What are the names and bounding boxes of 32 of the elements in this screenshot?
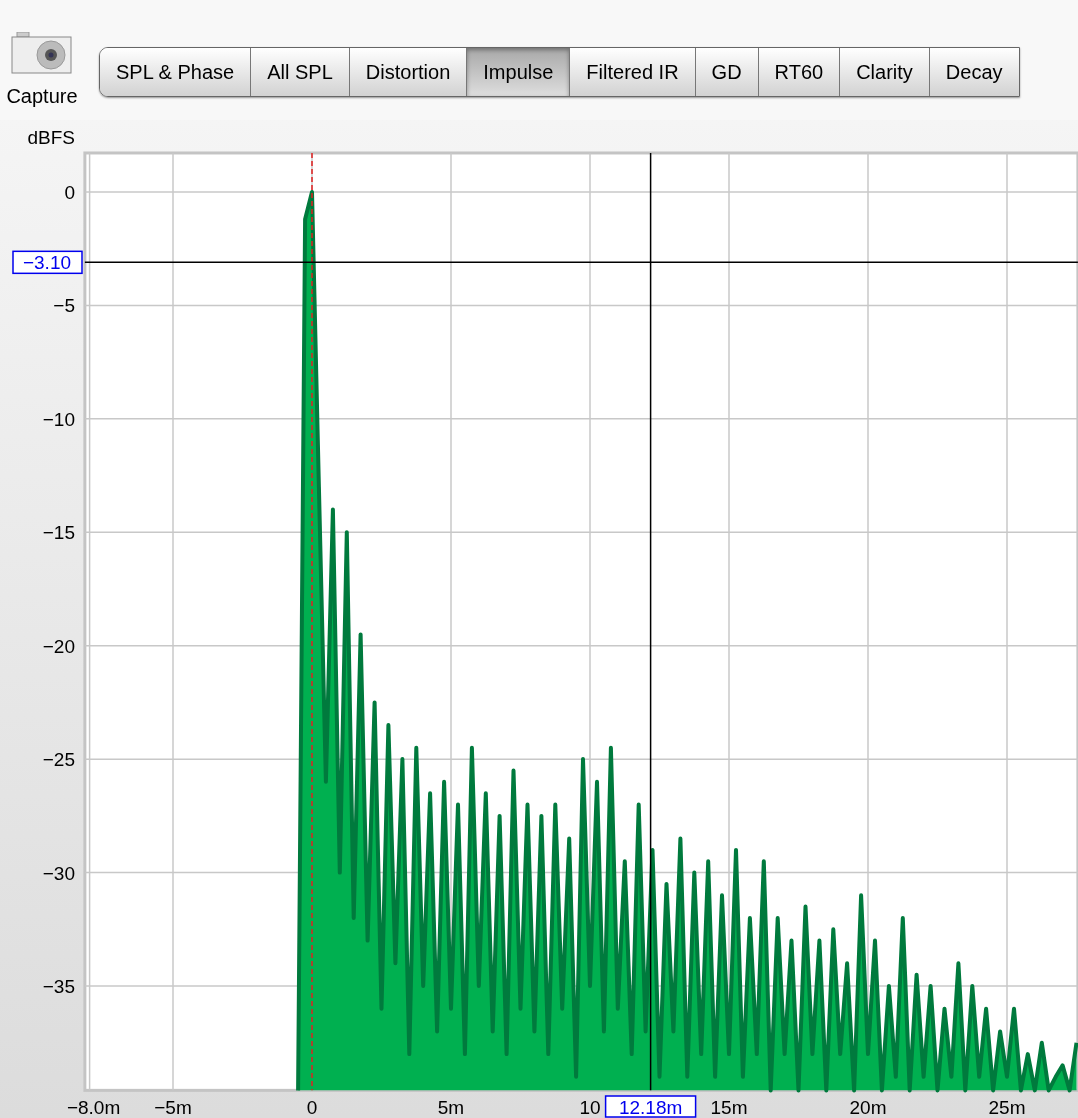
cursor-readout: −3.10 (12, 250, 83, 275)
camera-icon (11, 32, 73, 74)
y-tick-label: −35 (42, 976, 75, 997)
x-tick-label: 20m (849, 1097, 887, 1118)
capture-button[interactable]: Capture (0, 32, 84, 106)
y-tick-label: 0 (64, 182, 75, 203)
tab[interactable]: Distortion (348, 48, 467, 96)
y-tick-label: −20 (42, 635, 75, 657)
y-axis-label: dBFS (27, 127, 75, 148)
y-tick-label: −30 (42, 862, 75, 884)
x-tick-label: 15m (710, 1097, 748, 1118)
x-tick-label: −8.0m (66, 1097, 121, 1118)
y-tick-label: −10 (42, 408, 75, 430)
tab[interactable]: Impulse (466, 48, 570, 96)
x-tick-label: 5m (437, 1097, 465, 1118)
x-tick-label: −5m (154, 1097, 192, 1118)
tab[interactable]: RT60 (757, 48, 840, 96)
tab[interactable]: SPL & Phase (100, 48, 251, 96)
x-tick-label: 10 (579, 1097, 601, 1118)
tab[interactable]: All SPL (250, 48, 349, 96)
tab[interactable]: GD (694, 48, 758, 96)
y-tick-label: −25 (42, 749, 75, 771)
x-tick-label: 0 (306, 1097, 318, 1118)
y-tick-label: −5 (53, 295, 75, 317)
y-tick-label: −15 (42, 522, 75, 544)
x-tick-label: 25m (988, 1097, 1026, 1118)
tab[interactable]: Decay (928, 48, 1019, 96)
ref-line-label: −3.10 (22, 252, 72, 274)
tab[interactable]: Filtered IR (569, 48, 695, 96)
cursor-readout: 12.18m (604, 1095, 697, 1118)
ref-line-label: 12.18m (618, 1097, 683, 1118)
tab[interactable]: Clarity (839, 48, 929, 96)
